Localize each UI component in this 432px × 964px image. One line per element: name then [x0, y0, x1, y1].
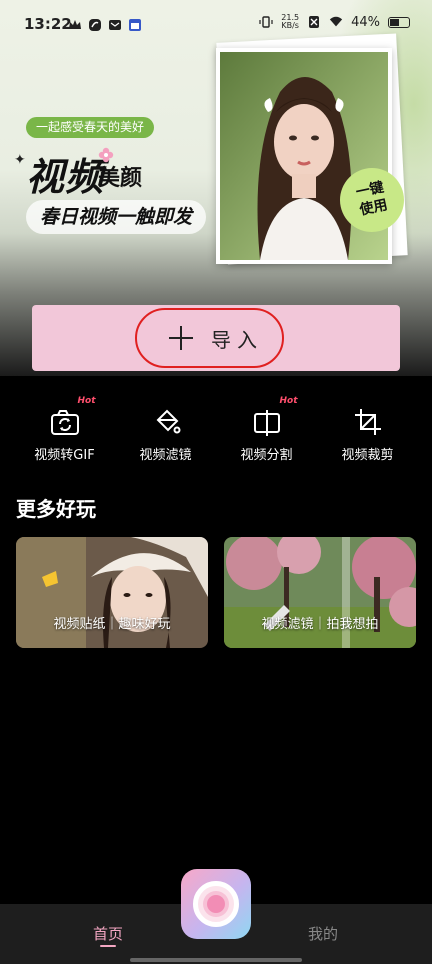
card-caption: 视频贴纸｜趣味好玩 [53, 617, 171, 632]
sim-off-icon [309, 16, 320, 28]
crop-icon [354, 409, 381, 435]
import-button[interactable]: 导入 [32, 305, 400, 371]
feature-cards: 视频贴纸｜趣味好玩 视频滤镜｜拍我想拍 [16, 537, 416, 648]
tool-label: 视频转GIF [34, 448, 95, 463]
plus-icon [169, 326, 193, 350]
status-right: 21.5 KB/s 44% [259, 14, 410, 30]
mail-icon [109, 20, 121, 30]
badge-label: 一键 使用 [354, 179, 390, 219]
card-video-filter[interactable]: 视频滤镜｜拍我想拍 [224, 537, 416, 648]
battery-percent: 44% [351, 14, 380, 30]
card-video-sticker[interactable]: 视频贴纸｜趣味好玩 [16, 537, 208, 648]
nav-home[interactable]: 首页 [93, 923, 123, 944]
banner-title-sub: 美颜 [98, 165, 143, 191]
banner-subtitle: 春日视频一触即发 [26, 200, 207, 234]
status-time: 13:22 [24, 15, 72, 33]
import-label: 导入 [211, 327, 263, 352]
split-icon [253, 410, 280, 436]
section-title: 更多好玩 [16, 497, 96, 521]
nav-me[interactable]: 我的 [308, 923, 338, 944]
hot-badge: Hot [279, 396, 298, 406]
camera-lens-icon [193, 881, 239, 927]
gif-convert-icon [50, 410, 79, 435]
tool-row: Hot 视频转GIF 视频滤镜 Hot 视频分割 视频裁剪 [0, 396, 432, 463]
crown-icon [69, 20, 81, 29]
tool-label: 视频裁剪 [341, 448, 394, 463]
nav-home-indicator [100, 945, 116, 947]
speed-unit: KB/s [281, 21, 299, 30]
tool-video-crop[interactable]: 视频裁剪 [323, 398, 413, 463]
tool-video-filter[interactable]: 视频滤镜 [121, 398, 211, 463]
battery-icon [388, 16, 410, 28]
card-caption: 视频滤镜｜拍我想拍 [261, 617, 379, 632]
tool-video-split[interactable]: Hot 视频分割 [222, 396, 312, 463]
hot-badge: Hot [77, 396, 96, 406]
camera-core [207, 895, 225, 913]
calendar-icon [129, 19, 141, 31]
app-icon [89, 19, 101, 31]
home-indicator [130, 958, 302, 962]
banner-tag: 一起感受春天的美好 [26, 117, 155, 138]
banner-title: 视频 [26, 154, 105, 199]
tool-label: 视频分割 [240, 448, 293, 463]
network-speed: 21.5 KB/s [281, 14, 299, 30]
vibrate-icon [259, 16, 273, 28]
notification-icons [68, 18, 142, 32]
tool-label: 视频滤镜 [139, 448, 192, 463]
wifi-icon [329, 16, 343, 27]
sparkle-icon: ✦ [14, 152, 26, 168]
tool-video-to-gif[interactable]: Hot 视频转GIF [20, 396, 110, 463]
filter-bucket-icon [156, 409, 180, 434]
camera-button[interactable] [181, 869, 251, 939]
